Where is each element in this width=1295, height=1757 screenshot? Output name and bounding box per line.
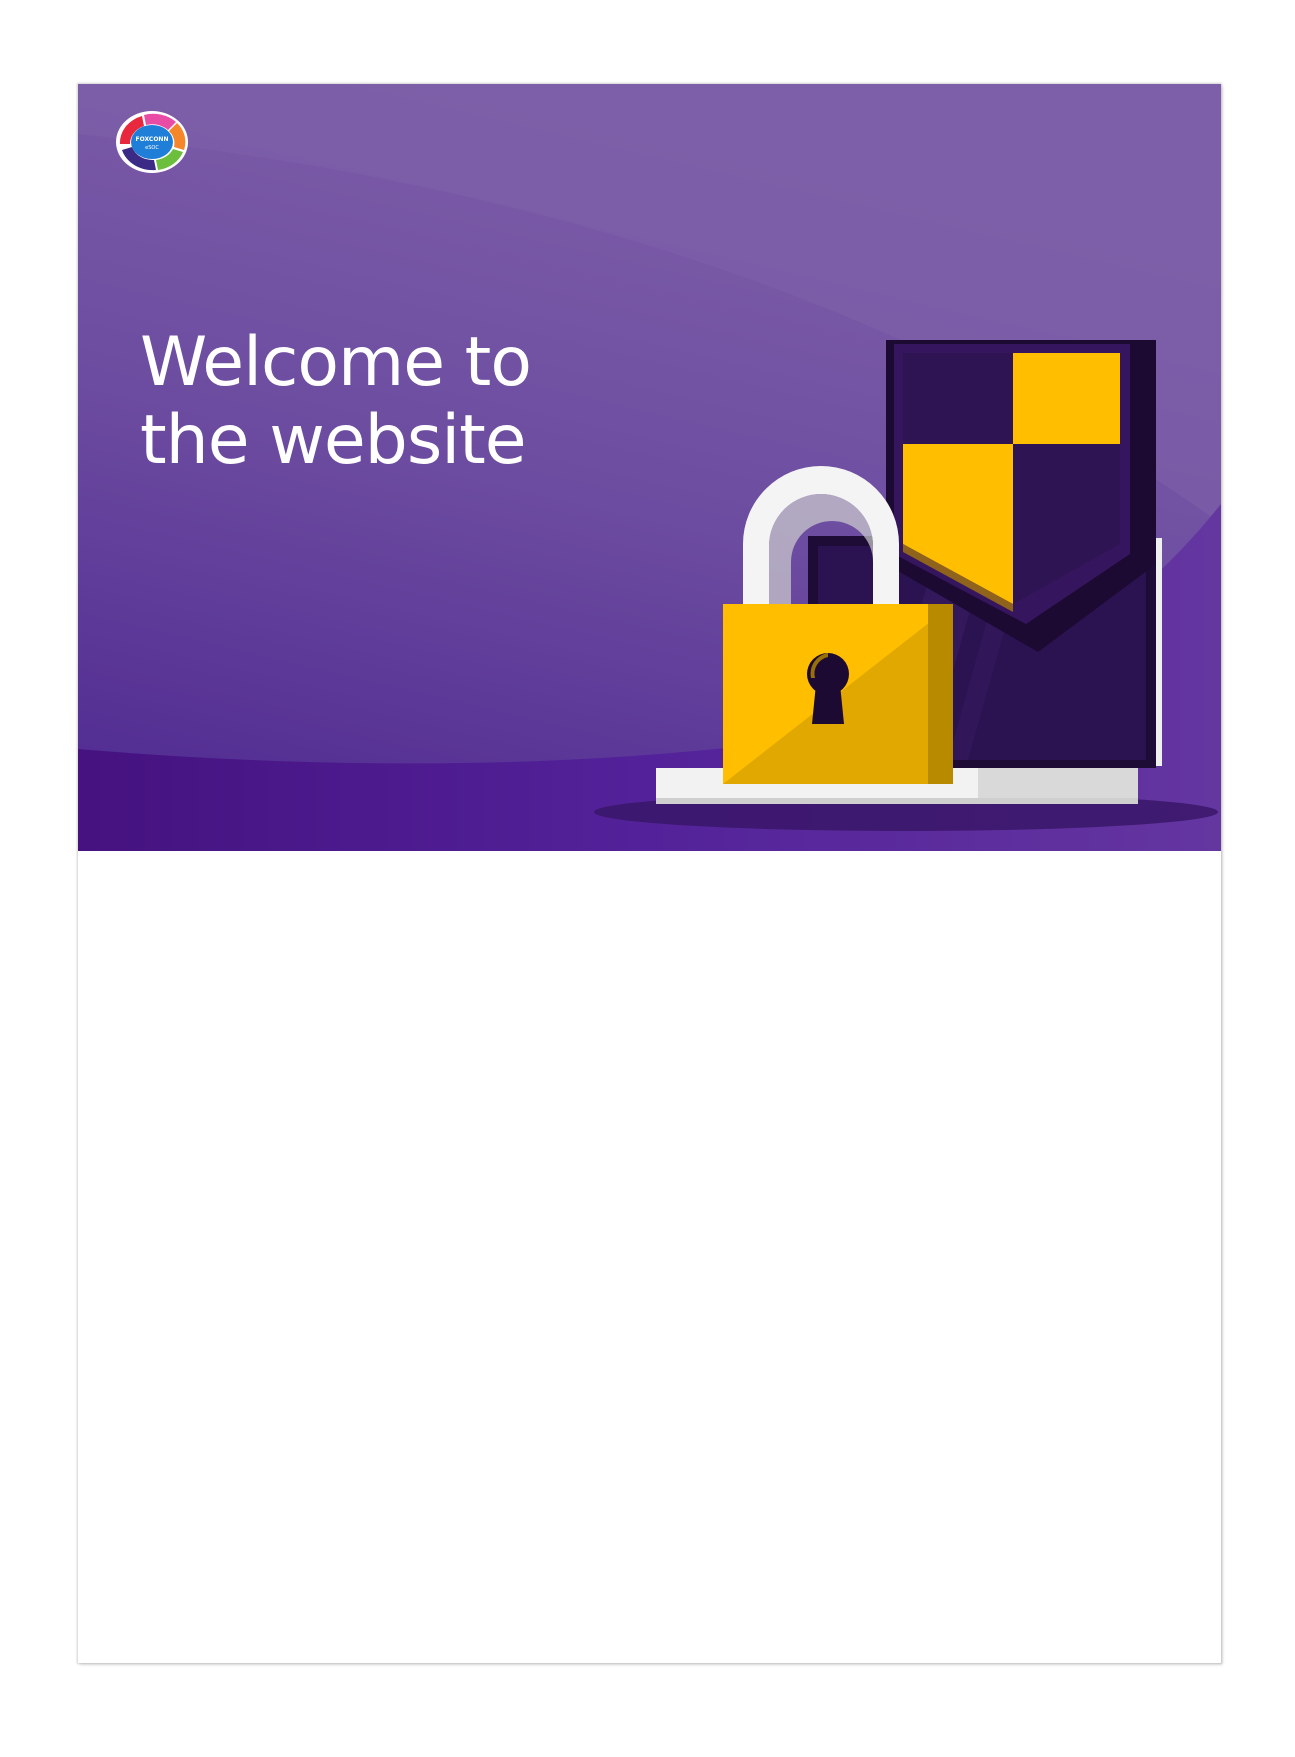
logo-sub-text: eSOC xyxy=(145,145,159,151)
document-page: FOXCONN eSOC Welcome to the website xyxy=(78,84,1221,1663)
foxconn-esoc-logo: FOXCONN eSOC xyxy=(116,111,188,173)
logo-brand-text: FOXCONN xyxy=(136,136,169,143)
hero-banner: FOXCONN eSOC Welcome to the website xyxy=(78,84,1221,851)
security-illustration xyxy=(594,340,1218,831)
